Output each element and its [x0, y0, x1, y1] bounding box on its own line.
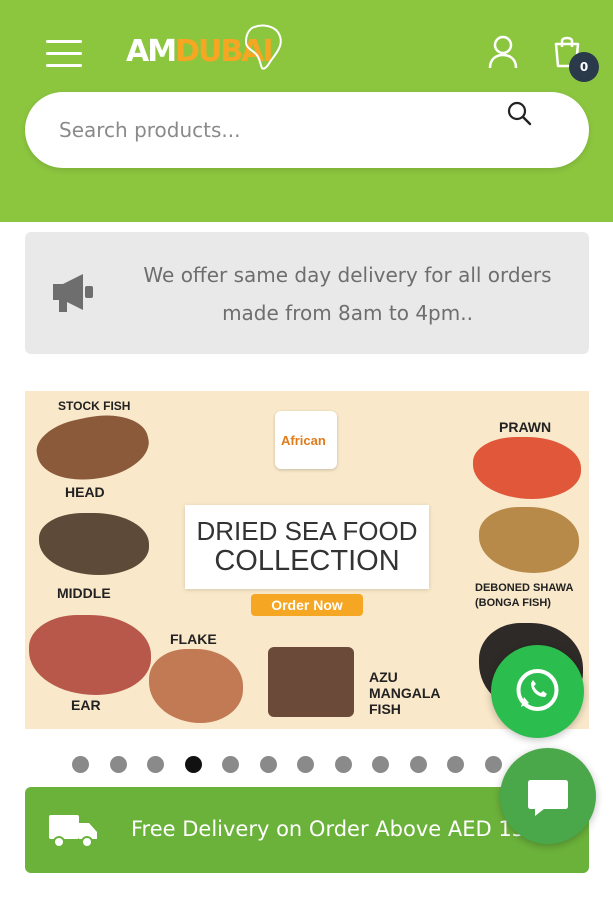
label-shawa-line1: DEBONED SHAWA	[475, 582, 574, 594]
africa-map-icon	[244, 24, 282, 70]
search-input[interactable]	[59, 112, 519, 148]
carousel-dot[interactable]	[297, 756, 314, 773]
logo-am-text: AM	[126, 34, 177, 69]
carousel-dot[interactable]	[409, 756, 427, 773]
header: AMDUBAI 0	[0, 0, 613, 222]
azu-mangala-fish-image	[268, 647, 354, 717]
menu-icon[interactable]	[46, 40, 84, 68]
page: AMDUBAI 0 We offer same day	[0, 0, 613, 900]
label-azu-line2: MANGALA	[369, 685, 441, 701]
stock-fish-middle-image	[39, 513, 149, 575]
label-ear: EAR	[71, 697, 101, 713]
order-now-button[interactable]: Order Now	[251, 594, 363, 616]
megaphone-icon	[53, 274, 93, 312]
african-logo: African	[275, 411, 337, 469]
whatsapp-icon	[516, 669, 559, 711]
user-icon[interactable]	[487, 35, 519, 69]
carousel-dot[interactable]	[334, 756, 352, 773]
shawa-fish-image	[479, 507, 579, 573]
carousel-dots	[72, 756, 512, 776]
carousel-dot[interactable]	[72, 756, 89, 773]
site-logo[interactable]: AMDUBAI	[126, 22, 286, 78]
label-stock-fish: STOCK FISH	[58, 399, 131, 413]
delivery-notice: We offer same day delivery for all order…	[25, 232, 589, 354]
notice-text: We offer same day delivery for all order…	[143, 263, 552, 325]
whatsapp-button[interactable]	[491, 645, 584, 738]
label-shawa-line2: (BONGA FISH)	[475, 597, 551, 609]
banner-logo-text: African	[281, 433, 326, 448]
label-flake: FLAKE	[170, 631, 217, 647]
carousel-dot[interactable]	[484, 756, 502, 773]
cart-count-badge: 0	[569, 52, 599, 82]
label-deboned-shawa: DEBONED SHAWA (BONGA FISH)	[475, 581, 573, 611]
carousel-dot[interactable]	[147, 756, 164, 773]
label-head: HEAD	[65, 484, 105, 500]
carousel-dot[interactable]	[447, 756, 464, 773]
label-middle: MIDDLE	[57, 585, 111, 601]
truck-icon	[49, 815, 97, 848]
carousel-dot[interactable]	[109, 756, 127, 773]
collection-title-line2: COLLECTION	[214, 545, 400, 577]
stock-fish-head-image	[31, 406, 155, 490]
prawn-image	[473, 437, 581, 499]
search-bar	[25, 92, 589, 168]
carousel-dot[interactable]	[259, 756, 277, 773]
carousel-dot[interactable]	[222, 756, 239, 773]
label-prawn: PRAWN	[499, 419, 552, 435]
carousel-dot-active[interactable]	[184, 756, 202, 773]
label-azu-line3: FISH	[369, 701, 401, 717]
stock-fish-ear-image	[29, 615, 151, 695]
label-azu-mangala-fish: AZU MANGALA FISH	[369, 669, 441, 717]
label-azu-line1: AZU	[369, 669, 398, 685]
collection-title-box: DRIED SEA FOOD COLLECTION	[185, 505, 429, 589]
free-delivery-text: Free Delivery on Order Above AED 15	[131, 817, 526, 841]
carousel-dot[interactable]	[372, 756, 389, 773]
collection-title-line1: DRIED SEA FOOD	[196, 516, 418, 546]
chat-button[interactable]	[500, 748, 596, 844]
chat-icon	[528, 780, 568, 816]
flake-fish-image	[149, 649, 243, 723]
search-icon[interactable]	[506, 100, 532, 126]
